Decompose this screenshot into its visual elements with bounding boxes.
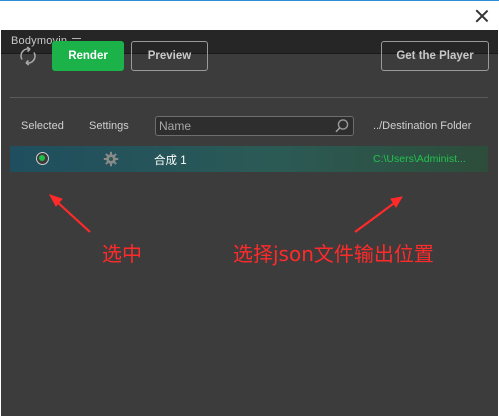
search-field[interactable] [155, 116, 354, 136]
window-titlebar [0, 0, 499, 30]
preview-button[interactable]: Preview [131, 41, 208, 71]
bodymovin-panel: Bodymovin [1, 30, 498, 416]
composition-destination-path[interactable]: C:\Users\Administ... [373, 153, 483, 165]
search-input[interactable] [159, 118, 329, 134]
get-the-player-button[interactable]: Get the Player [381, 41, 489, 71]
annotation-json-output: 选择json文件输出位置 [233, 242, 434, 266]
toolbar-divider [10, 97, 488, 98]
annotation-selected: 选中 [102, 242, 142, 266]
gear-icon[interactable] [103, 151, 119, 167]
column-header-settings: Settings [89, 120, 129, 132]
selected-radio[interactable] [36, 152, 49, 165]
composition-name: 合成 1 [154, 155, 187, 167]
column-header-destination[interactable]: ../Destination Folder [373, 120, 471, 132]
close-icon[interactable] [473, 7, 491, 25]
composition-row[interactable]: 合成 1 C:\Users\Administ... [10, 146, 488, 172]
column-header-selected: Selected [21, 120, 64, 132]
refresh-icon[interactable] [16, 44, 40, 68]
render-button[interactable]: Render [52, 41, 124, 71]
search-icon[interactable] [334, 118, 350, 134]
